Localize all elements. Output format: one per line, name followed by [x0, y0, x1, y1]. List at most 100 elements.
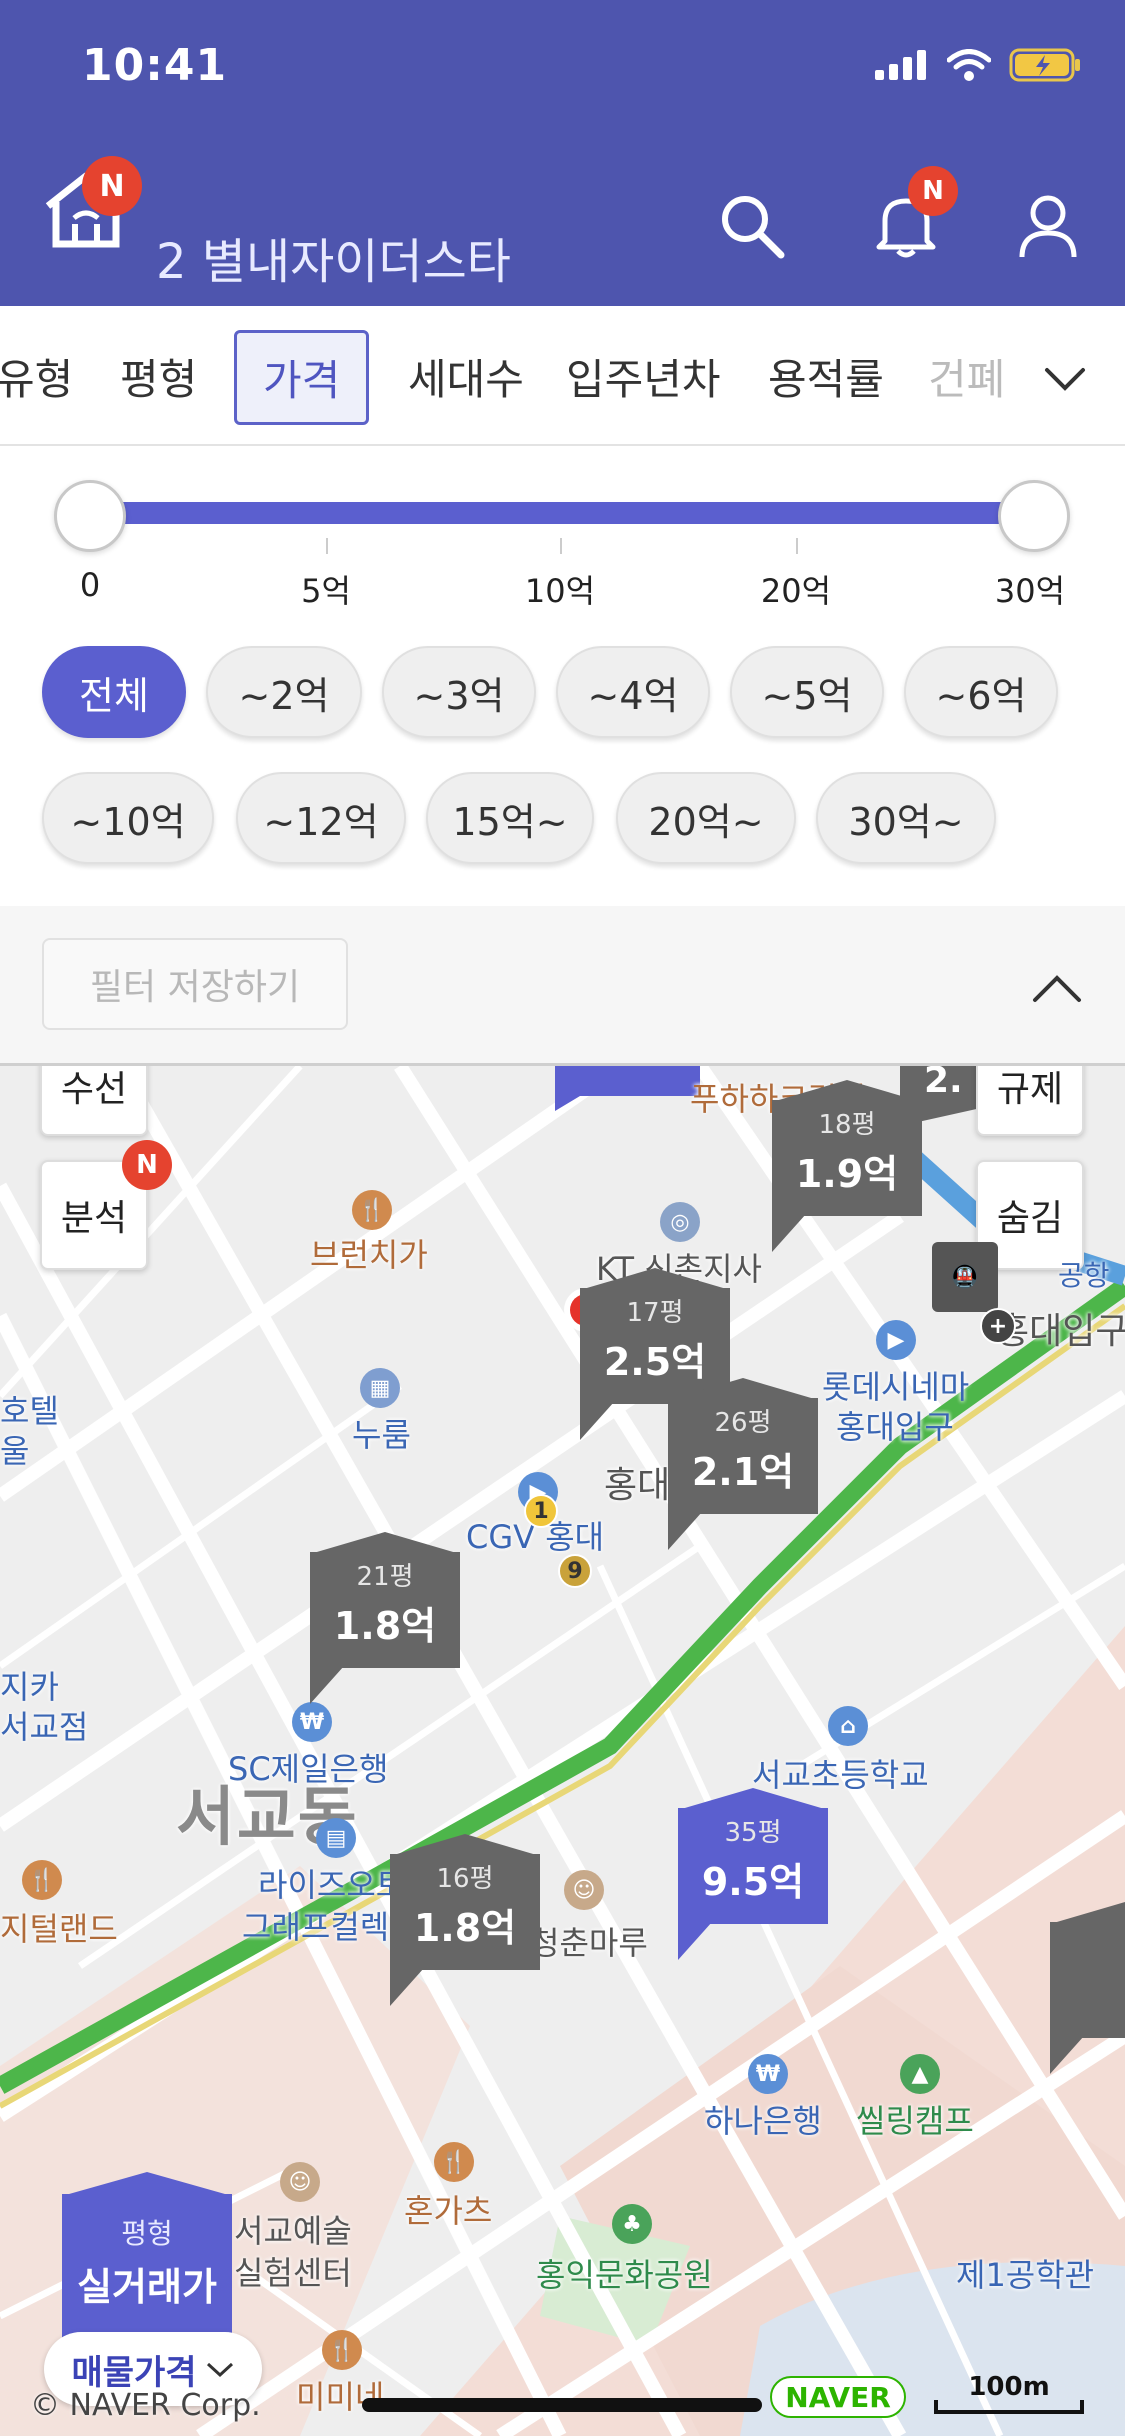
marker-price: 1.9억: [795, 1152, 899, 1196]
price-chip-5[interactable]: ~5억: [730, 646, 884, 738]
naver-logo: NAVER: [770, 2376, 906, 2418]
price-chip-6[interactable]: ~6억: [904, 646, 1058, 738]
restaurant-icon: 🍴: [352, 1190, 392, 1230]
profile-button[interactable]: [1008, 186, 1088, 266]
notification-badge: N: [908, 166, 958, 216]
map-label-art: 서교예술: [234, 2212, 352, 2250]
map-label-cheongchun: 청춘마루: [530, 1924, 648, 1962]
plus-icon[interactable]: +: [980, 1308, 1016, 1344]
legend-sub: 평형: [121, 2217, 173, 2250]
regulation-button[interactable]: 규제: [976, 1066, 1084, 1136]
restaurant-icon: 🍴: [322, 2330, 362, 2370]
price-chip-12[interactable]: ~12억: [236, 772, 406, 864]
collapse-filter-button[interactable]: [1029, 962, 1085, 1018]
bank-icon: ₩: [292, 1702, 332, 1742]
slider-tick: [326, 538, 328, 554]
price-max-handle[interactable]: [998, 480, 1070, 552]
price-marker[interactable]: 16평 1.8억: [390, 1834, 540, 2006]
restaurant-icon: 🍴: [434, 2142, 474, 2182]
line-9-badge: 9: [558, 1554, 592, 1588]
marker-price: 1.8억: [413, 1906, 517, 1950]
price-marker-highlight[interactable]: 35평 9.5억: [678, 1788, 828, 1960]
map-label-art-2: 실험센터: [234, 2254, 352, 2292]
signal-icon: [875, 50, 926, 80]
tab-households[interactable]: 세대수: [408, 346, 524, 407]
partial-marker-price: 2.: [924, 1066, 963, 1101]
slider-label-0: 0: [79, 566, 101, 604]
subway-icon[interactable]: 🚇: [932, 1242, 998, 1312]
price-type-legend[interactable]: 평형 실거래가: [62, 2194, 232, 2344]
slider-tick: [796, 538, 798, 554]
battery-icon: [1009, 48, 1080, 82]
slider-label-20: 20억: [760, 572, 832, 610]
marker-area: 35평: [724, 1818, 782, 1848]
save-filter-button[interactable]: 필터 저장하기: [42, 938, 348, 1030]
chevron-down-icon: [206, 2362, 233, 2378]
map-copyright: © NAVER Corp.: [30, 2388, 261, 2423]
map-scale: 100m: [934, 2372, 1084, 2414]
office-icon: ◎: [660, 1202, 700, 1242]
shop-icon: ▤: [316, 1818, 356, 1858]
legend-roof: [62, 2172, 232, 2196]
tab-size[interactable]: 평형: [120, 346, 197, 407]
price-filter-panel: 0 5억 10억 20억 30억 전체 ~2억 ~3억 ~4억 ~5억 ~6억 …: [0, 446, 1125, 906]
face-icon: ☺: [564, 1870, 604, 1910]
building-icon: ▦: [360, 1368, 400, 1408]
map-label-airport: 공항: [1058, 1259, 1110, 1292]
price-chip-2[interactable]: ~2억: [206, 646, 362, 738]
bank-icon: ₩: [748, 2054, 788, 2094]
price-marker[interactable]: 26평 2.1억: [668, 1378, 818, 1550]
price-marker-partial[interactable]: [1050, 1902, 1125, 2074]
marker-area: 26평: [714, 1408, 772, 1438]
marker-price: 2.1억: [691, 1450, 795, 1494]
price-chip-4[interactable]: ~4억: [556, 646, 710, 738]
price-chip-20-plus[interactable]: 20억~: [616, 772, 796, 864]
cinema-icon: ▶: [876, 1320, 916, 1360]
status-icons: [875, 48, 1081, 82]
restaurant-icon: 🍴: [22, 1860, 62, 1900]
slider-label-30: 30억: [994, 572, 1066, 610]
school-icon: ⌂: [828, 1706, 868, 1746]
price-marker[interactable]: 18평 1.9억: [772, 1080, 922, 1252]
home-new-badge: N: [82, 156, 142, 216]
tab-price[interactable]: 가격: [234, 330, 370, 425]
price-range-track[interactable]: [88, 502, 1032, 524]
tabs-expand-button[interactable]: [1043, 356, 1087, 400]
price-min-handle[interactable]: [54, 480, 126, 552]
marker-area: 16평: [436, 1864, 494, 1894]
price-chip-all[interactable]: 전체: [42, 646, 186, 738]
search-icon: [722, 196, 785, 259]
map-label-nurum: 누룸: [352, 1416, 411, 1454]
map-label-lotte-2: 홍대입구: [836, 1408, 954, 1446]
map-label-tech-school: 제1공학관: [956, 2256, 1095, 2294]
chevron-down-icon: [1045, 368, 1085, 391]
price-chip-15-plus[interactable]: 15억~: [426, 772, 594, 864]
search-button[interactable]: [712, 186, 792, 266]
tab-type[interactable]: 유형: [0, 346, 73, 407]
camp-icon: ▲: [900, 2054, 940, 2094]
tab-floor-area-ratio[interactable]: 용적률: [768, 346, 884, 407]
map-label-hana: 하나은행: [704, 2102, 822, 2140]
map-label-digital-land: 지털랜드: [0, 1910, 118, 1948]
map-label-honkatsu: 혼가츠: [404, 2192, 493, 2230]
slider-tick: [560, 538, 562, 554]
map-view[interactable]: 수선 분석 N 규제 숨김 🍴 브런치가 ◎ KT 신촌지사 푸하하크림빵 호텔…: [0, 1066, 1125, 2436]
price-chip-30-plus[interactable]: 30억~: [816, 772, 996, 864]
line-1-badge: 1: [524, 1494, 558, 1528]
face-icon: ☺: [280, 2162, 320, 2202]
marker-area: 17평: [626, 1298, 684, 1328]
header-title[interactable]: 2 별내자이더스타: [156, 222, 511, 292]
map-partial-button-left[interactable]: 수선: [40, 1066, 148, 1136]
analysis-new-badge: N: [122, 1140, 172, 1190]
app-header: 10:41 N 2 별내자이더스타 N: [0, 0, 1125, 306]
price-marker[interactable]: 21평 1.8억: [310, 1532, 460, 1704]
price-chip-10[interactable]: ~10억: [42, 772, 214, 864]
price-chip-3[interactable]: ~3억: [382, 646, 536, 738]
user-icon: [1019, 195, 1077, 258]
map-label-park: 홍익문화공원: [536, 2256, 713, 2294]
marker-price: 9.5억: [701, 1860, 805, 1904]
tab-building-coverage[interactable]: 건폐: [928, 346, 1005, 407]
tab-years[interactable]: 입주년차: [566, 346, 721, 407]
map-label-hotel-2: 울: [0, 1432, 30, 1470]
wifi-icon: [947, 49, 991, 81]
